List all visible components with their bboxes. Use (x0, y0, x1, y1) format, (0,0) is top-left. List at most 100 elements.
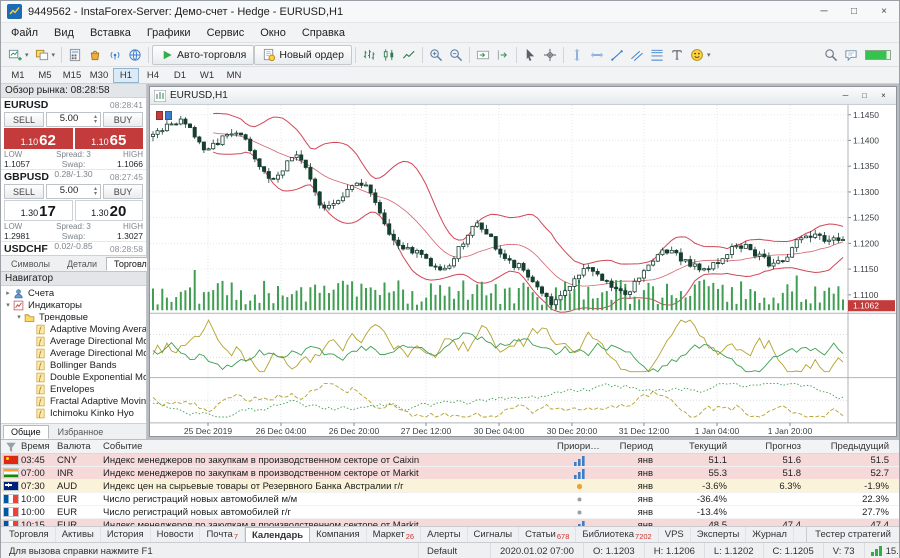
vertical-line-button[interactable] (567, 45, 587, 65)
market-watch-tab-symbols[interactable]: Символы (3, 257, 58, 271)
timeframe-h1[interactable]: H1 (113, 68, 139, 83)
expanded-arrow-icon[interactable]: ▾ (3, 301, 13, 309)
fibonacci-button[interactable] (647, 45, 667, 65)
toolbox-tab-trade[interactable]: Торговля (3, 527, 56, 542)
trendline-button[interactable] (607, 45, 627, 65)
toolbox-tab-calendar[interactable]: Календарь (245, 527, 310, 542)
tree-item-average-directional-movement-index-wilder[interactable]: fAverage Directional Movement Index Wild… (1, 347, 146, 359)
window-close-button[interactable]: × (869, 1, 899, 22)
timeframe-d1[interactable]: D1 (167, 68, 193, 83)
strategy-tester-tab[interactable]: Тестер стратегий (806, 527, 899, 542)
new-order-button[interactable]: Новый ордер (254, 45, 352, 65)
volume-spinner[interactable]: 5.00▴▾ (46, 112, 101, 127)
menu-help[interactable]: Справка (294, 23, 353, 42)
tree-item-ichimoku-kinko-hyo[interactable]: fIchimoku Kinko Hyo (1, 407, 146, 419)
symbol-name[interactable]: EURUSD (4, 99, 48, 111)
bars-chart-button[interactable] (359, 45, 379, 65)
candles-chart-button[interactable] (379, 45, 399, 65)
market-watch-tab-details[interactable]: Детали (59, 257, 105, 271)
tree-item-accounts[interactable]: ▸Счета (1, 287, 146, 299)
volume-down-arrow-icon[interactable]: ▾ (94, 192, 97, 197)
timeframe-h4[interactable]: H4 (140, 68, 166, 83)
toolbox-tab-articles[interactable]: Статьи678 (519, 527, 576, 542)
calendar-row[interactable]: 03:45CNYИндекс менеджеров по закупкам в … (1, 454, 899, 467)
symbol-name[interactable]: GBPUSD (4, 171, 49, 183)
crosshair-button[interactable] (540, 45, 560, 65)
community-button[interactable] (125, 45, 145, 65)
calendar-row[interactable]: 07:30AUDИндекс цен на сырьевые товары от… (1, 480, 899, 493)
timeframe-m30[interactable]: M30 (86, 68, 112, 83)
auto-trading-button[interactable]: Авто-торговля (152, 45, 254, 65)
chat-button[interactable] (841, 45, 861, 65)
chart-minimize-button[interactable]: ─ (837, 89, 854, 102)
profiles-button[interactable]: ▾ (32, 45, 59, 65)
timeframe-m15[interactable]: M15 (59, 68, 85, 83)
menu-view[interactable]: Вид (46, 23, 82, 42)
calendar-row[interactable]: 10:00EURЧисло регистраций новых автомоби… (1, 506, 899, 519)
ask-price[interactable]: 1.3020 (75, 200, 144, 221)
timeframe-w1[interactable]: W1 (194, 68, 220, 83)
navigator-tab-favorites[interactable]: Избранное (50, 425, 112, 439)
calendar-filter-icon[interactable] (1, 440, 21, 454)
menu-service[interactable]: Сервис (199, 23, 253, 42)
window-restore-button[interactable]: □ (839, 1, 869, 22)
strategy-tester-button[interactable] (65, 45, 85, 65)
menu-charts[interactable]: Графики (139, 23, 199, 42)
tree-item-adaptive-moving-average[interactable]: fAdaptive Moving Average (1, 323, 146, 335)
toolbox-tab-assets[interactable]: Активы (56, 527, 101, 542)
toolbox-tab-news[interactable]: Новости (151, 527, 201, 542)
menu-file[interactable]: Файл (3, 23, 46, 42)
timeframe-m5[interactable]: M5 (32, 68, 58, 83)
toolbox-tab-company[interactable]: Компания (310, 527, 366, 542)
toolbox-tab-alerts[interactable]: Алерты (421, 527, 467, 542)
collapsed-arrow-icon[interactable]: ▸ (3, 289, 13, 297)
tree-item-envelopes[interactable]: fEnvelopes (1, 383, 146, 395)
cursor-button[interactable] (520, 45, 540, 65)
market-button[interactable] (85, 45, 105, 65)
calendar-row[interactable]: 10:15EURИндекс менеджеров по закупкам в … (1, 519, 899, 526)
toolbox-tab-signals[interactable]: Сигналы (468, 527, 520, 542)
tree-item-bollinger-bands[interactable]: fBollinger Bands (1, 359, 146, 371)
tree-item-indicators[interactable]: ▾Индикаторы (1, 299, 146, 311)
horizontal-line-button[interactable] (587, 45, 607, 65)
sell-button[interactable]: SELL (4, 184, 44, 199)
sell-button[interactable]: SELL (4, 112, 44, 127)
search-button[interactable] (821, 45, 841, 65)
zoom-in-button[interactable] (426, 45, 446, 65)
chart-maximize-button[interactable]: □ (856, 89, 873, 102)
new-chart-button[interactable]: ▾ (5, 45, 32, 65)
toolbox-tab-history[interactable]: История (101, 527, 151, 542)
toolbox-tab-experts[interactable]: Эксперты (691, 527, 747, 542)
toolbox-tab-market[interactable]: Маркет26 (367, 527, 422, 542)
menu-insert[interactable]: Вставка (82, 23, 139, 42)
text-button[interactable] (667, 45, 687, 65)
one-click-trading-toggle[interactable] (156, 111, 172, 120)
menu-window[interactable]: Окно (252, 23, 294, 42)
navigator-tab-common[interactable]: Общие (3, 425, 49, 439)
line-chart-button[interactable] (399, 45, 419, 65)
calendar-row[interactable]: 10:00EURЧисло регистраций новых автомоби… (1, 493, 899, 506)
ask-price[interactable]: 1.1065 (75, 128, 144, 149)
auto-scroll-button[interactable] (473, 45, 493, 65)
timeframe-mn[interactable]: MN (221, 68, 247, 83)
timeframe-m1[interactable]: M1 (5, 68, 31, 83)
statusbar-profile[interactable]: Default (419, 543, 491, 558)
toolbox-tab-vps[interactable]: VPS (659, 527, 691, 542)
window-minimize-button[interactable]: ─ (809, 1, 839, 22)
toolbox-tab-journal[interactable]: Журнал (746, 527, 794, 542)
toolbox-tab-mail[interactable]: Почта7 (200, 527, 245, 542)
tree-item-double-exponential-moving-average[interactable]: fDouble Exponential Moving Average (1, 371, 146, 383)
price-chart[interactable]: 1.14501.14001.13501.13001.12501.12001.11… (150, 105, 896, 436)
equidistant-channel-button[interactable] (627, 45, 647, 65)
buy-button[interactable]: BUY (103, 112, 143, 127)
toolbox-tab-library[interactable]: Библиотека7202 (576, 527, 658, 542)
zoom-out-button[interactable] (446, 45, 466, 65)
bid-price[interactable]: 1.3017 (4, 200, 73, 221)
expanded-arrow-icon[interactable]: ▾ (14, 313, 24, 321)
bid-price[interactable]: 1.1062 (4, 128, 73, 149)
tree-item-trend[interactable]: ▾Трендовые (1, 311, 146, 323)
tree-item-fractal-adaptive-moving-average[interactable]: fFractal Adaptive Moving Average (1, 395, 146, 407)
chart-shift-button[interactable] (493, 45, 513, 65)
tree-item-average-directional-movement-index[interactable]: fAverage Directional Movement Index (1, 335, 146, 347)
volume-spinner[interactable]: 5.00▴▾ (46, 184, 101, 199)
